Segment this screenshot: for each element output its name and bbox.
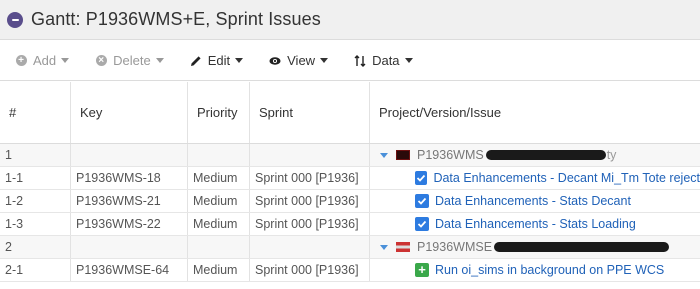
row-issue: Data Enhancements - Decant Mi_Tm Tote re…: [370, 167, 700, 189]
view-button[interactable]: View: [253, 41, 338, 81]
chevron-down-icon: [61, 58, 70, 63]
row-priority: Medium: [188, 213, 250, 235]
edit-label: Edit: [207, 53, 231, 68]
row-issue: + Run oi_sims in background on PPE WCS: [370, 259, 700, 281]
row-priority: [188, 236, 250, 258]
project-name[interactable]: P1936WMS: [417, 148, 484, 162]
gantt-icon: [7, 11, 23, 28]
task-checkbox-icon: [415, 217, 429, 231]
close-circle-icon: ×: [95, 55, 107, 67]
page-title: Gantt: P1936WMS+E, Sprint Issues: [31, 9, 321, 29]
row-num: 1-2: [0, 190, 71, 212]
project-avatar: [396, 150, 410, 160]
row-sprint: Sprint 000 [P1936]: [250, 167, 370, 189]
row-priority: Medium: [188, 190, 250, 212]
row-sprint: [250, 236, 370, 258]
row-key[interactable]: P1936WMS-22: [71, 213, 188, 235]
table-row[interactable]: 1 P1936WMS ty: [0, 144, 700, 167]
row-key[interactable]: P1936WMS-21: [71, 190, 188, 212]
row-project: P1936WMSE: [370, 236, 700, 258]
column-header-project[interactable]: Project/Version/Issue: [370, 82, 700, 143]
issue-link[interactable]: Run oi_sims in background on PPE WCS: [435, 263, 664, 277]
issue-grid: # Key Priority Sprint Project/Version/Is…: [0, 82, 700, 282]
table-row[interactable]: 1-1 P1936WMS-18 Medium Sprint 000 [P1936…: [0, 167, 700, 190]
column-header-key[interactable]: Key: [71, 82, 188, 143]
row-key: [71, 236, 188, 258]
chevron-down-icon: [404, 58, 413, 63]
row-priority: Medium: [188, 167, 250, 189]
project-name[interactable]: P1936WMSE: [417, 240, 492, 254]
row-key[interactable]: P1936WMS-18: [71, 167, 188, 189]
row-num: 1: [0, 144, 71, 166]
view-label: View: [287, 53, 316, 68]
column-header-sprint[interactable]: Sprint: [250, 82, 370, 143]
add-label: Add: [33, 53, 57, 68]
row-key: [71, 144, 188, 166]
eye-icon: [269, 55, 281, 67]
column-header-num[interactable]: #: [0, 82, 71, 143]
chevron-down-icon: [155, 58, 164, 63]
data-button[interactable]: Data: [338, 41, 422, 81]
add-button[interactable]: + Add: [0, 41, 79, 81]
table-row[interactable]: 2 P1936WMSE: [0, 236, 700, 259]
row-key[interactable]: P1936WMSE-64: [71, 259, 188, 281]
table-row[interactable]: 1-3 P1936WMS-22 Medium Sprint 000 [P1936…: [0, 213, 700, 236]
delete-button[interactable]: × Delete: [79, 41, 174, 81]
chevron-down-icon: [320, 58, 329, 63]
issue-link[interactable]: Data Enhancements - Stats Decant: [435, 194, 631, 208]
row-priority: [188, 144, 250, 166]
project-avatar: [396, 242, 410, 252]
data-label: Data: [372, 53, 400, 68]
edit-button[interactable]: Edit: [174, 41, 253, 81]
redaction-mark: [494, 242, 670, 252]
task-checkbox-icon: [415, 171, 428, 185]
row-sprint: Sprint 000 [P1936]: [250, 259, 370, 281]
row-sprint: [250, 144, 370, 166]
row-num: 1-3: [0, 213, 71, 235]
plus-circle-icon: +: [15, 55, 27, 67]
grid-header: # Key Priority Sprint Project/Version/Is…: [0, 82, 700, 144]
collapse-toggle-icon[interactable]: [380, 152, 388, 158]
task-checkbox-icon: [415, 194, 429, 208]
row-num: 1-1: [0, 167, 71, 189]
new-feature-icon: +: [415, 263, 429, 277]
title-bar: Gantt: P1936WMS+E, Sprint Issues: [0, 0, 700, 40]
row-sprint: Sprint 000 [P1936]: [250, 213, 370, 235]
sort-arrows-icon: [354, 54, 366, 67]
project-name-tail: ty: [606, 148, 617, 162]
issue-link[interactable]: Data Enhancements - Stats Loading: [435, 217, 636, 231]
redaction-mark: [485, 150, 606, 160]
row-sprint: Sprint 000 [P1936]: [250, 190, 370, 212]
toolbar: + Add × Delete Edit View Data: [0, 41, 700, 81]
table-row[interactable]: 2-1 P1936WMSE-64 Medium Sprint 000 [P193…: [0, 259, 700, 282]
row-priority: Medium: [188, 259, 250, 281]
row-num: 2-1: [0, 259, 71, 281]
row-num: 2: [0, 236, 71, 258]
table-row[interactable]: 1-2 P1936WMS-21 Medium Sprint 000 [P1936…: [0, 190, 700, 213]
delete-label: Delete: [113, 53, 151, 68]
pencil-icon: [190, 55, 202, 67]
row-issue: Data Enhancements - Stats Decant: [370, 190, 700, 212]
row-issue: Data Enhancements - Stats Loading: [370, 213, 700, 235]
chevron-down-icon: [235, 58, 244, 63]
row-project: P1936WMS ty: [370, 144, 700, 166]
column-header-priority[interactable]: Priority: [188, 82, 250, 143]
issue-link[interactable]: Data Enhancements - Decant Mi_Tm Tote re…: [433, 171, 700, 185]
collapse-toggle-icon[interactable]: [380, 244, 388, 250]
